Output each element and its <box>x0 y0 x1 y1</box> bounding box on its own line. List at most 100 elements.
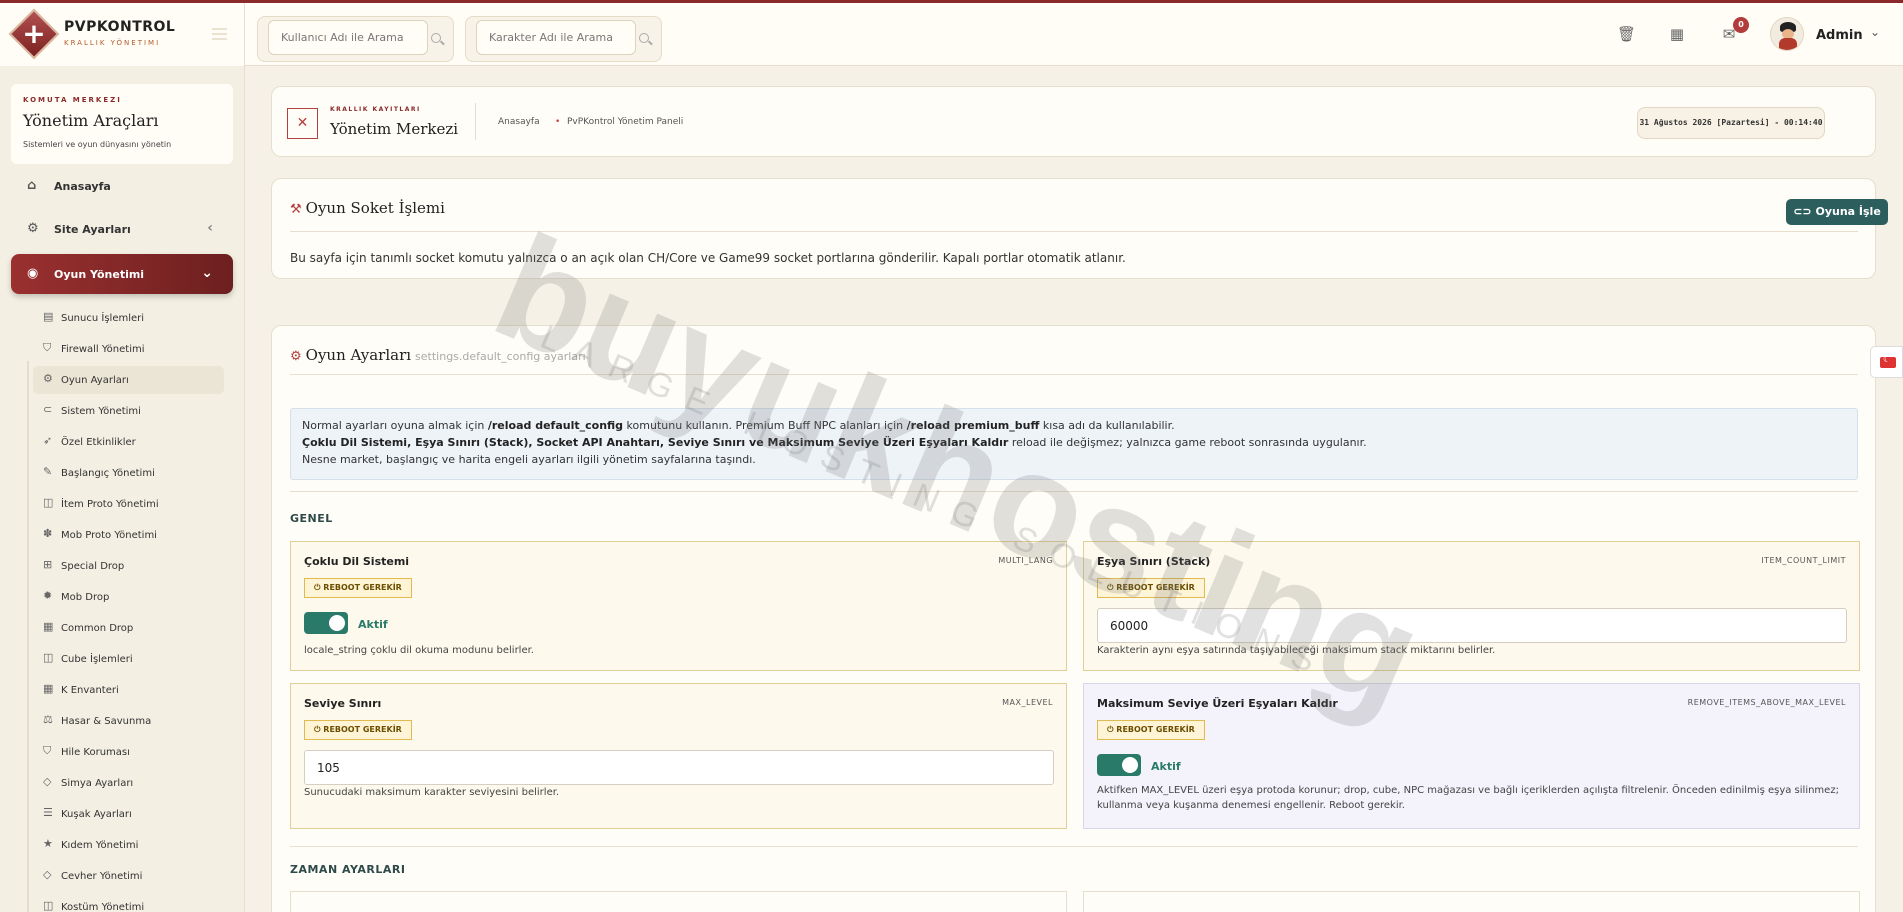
sidebar-item-site-ayarlari[interactable]: ⚙ Site Ayarları ‹ <box>11 209 233 249</box>
sidebar-item-anasayfa[interactable]: ⌂ Anasayfa <box>11 166 233 206</box>
sub-label: Özel Etkinlikler <box>61 437 136 448</box>
sub-item-baslangic[interactable]: ✎ Başlangıç Yönetimi <box>33 459 224 487</box>
option-placeholder <box>1083 891 1860 912</box>
sub-item-k-envanter[interactable]: ▦ K Envanteri <box>33 676 224 704</box>
settings-title: ⚙ Oyun Ayarları settings.default_config ay… <box>290 346 586 364</box>
sidebar: KOMUTA MERKEZI Yönetim Araçları Sistemle… <box>0 66 245 912</box>
logo-area[interactable]: + PVPKONTROL KRALLIK YÖNETIMI <box>0 3 245 66</box>
sub-item-kusak[interactable]: ☰ Kuşak Ayarları <box>33 800 224 828</box>
cube-icon: ◫ <box>43 651 54 664</box>
sub-item-etkinlik[interactable]: ➶ Özel Etkinlikler <box>33 428 224 456</box>
diamond-icon: ◇ <box>43 868 52 881</box>
sub-item-kidem[interactable]: ★ Kıdem Yönetimi <box>33 831 224 859</box>
option-multi-lang: Çoklu Dil Sistemi MULTI_LANG ⏻ REBOOT GE… <box>290 541 1067 671</box>
sub-item-firewall[interactable]: ⛉ Firewall Yönetimi <box>33 335 224 363</box>
magic-icon: ✎ <box>43 465 53 478</box>
multi-lang-toggle[interactable] <box>304 612 348 634</box>
sub-item-hasar[interactable]: ⚖ Hasar & Savunma <box>33 707 224 735</box>
item-count-input[interactable]: 60000 <box>1097 608 1847 643</box>
sub-item-mob-drop[interactable]: ✹ Mob Drop <box>33 583 224 611</box>
reboot-badge: ⏻ REBOOT GEREKİR <box>1097 578 1205 598</box>
sub-item-sunucu[interactable]: ▤ Sunucu İşlemleri <box>33 304 224 332</box>
info-line-1: Normal ayarları oyuna almak için /reload… <box>302 417 1846 434</box>
divider <box>290 846 1858 847</box>
section-time: ZAMAN AYARLARI <box>290 863 406 876</box>
user-search-input[interactable]: Kullanıcı Adı ile Arama <box>268 20 428 55</box>
sub-item-mob-proto[interactable]: ✽ Mob Proto Yönetimi <box>33 521 224 549</box>
sub-item-oyun-ayarlari[interactable]: ⚙ Oyun Ayarları <box>33 366 224 394</box>
grid-icon: ▦ <box>43 682 54 695</box>
close-icon[interactable]: ✕ <box>287 108 318 139</box>
plus-icon: + <box>22 17 46 50</box>
search-icon[interactable] <box>639 33 649 43</box>
nav-label: Oyun Yönetimi <box>54 268 145 281</box>
chevron-down-icon[interactable]: ⌄ <box>1870 25 1880 39</box>
user-name[interactable]: Admin <box>1816 28 1863 43</box>
trash-icon[interactable]: 🗑 <box>1617 25 1636 43</box>
rocket-icon: ➶ <box>43 434 53 447</box>
text: komutunu kullanın. Premium Buff NPC alan… <box>623 419 907 432</box>
char-search-input[interactable]: Karakter Adı ile Arama <box>476 20 636 55</box>
option-name: Eşya Sınırı (Stack) <box>1097 555 1211 568</box>
sub-item-hile[interactable]: ⛉ Hile Koruması <box>33 738 224 766</box>
option-name: Çoklu Dil Sistemi <box>304 555 410 568</box>
table-icon: ▦ <box>43 620 54 633</box>
sub-label: Mob Drop <box>61 592 110 603</box>
page-title: Yönetim Merkezi <box>330 120 459 138</box>
main-content: ✕ KRALLIK KAYITLARI Yönetim Merkezi Anas… <box>245 66 1903 912</box>
remove-items-toggle[interactable] <box>1097 754 1141 776</box>
socket-card: ⚒ Oyun Soket İşlemi ⊂⊃ Oyuna İşle Bu sayf… <box>271 178 1888 279</box>
sidebar-item-oyun-yonetimi[interactable]: ◉ Oyun Yönetimi ⌄ <box>11 254 233 294</box>
sub-item-special-drop[interactable]: ⊞ Special Drop <box>33 552 224 580</box>
nav-label: Anasayfa <box>54 180 111 193</box>
avatar[interactable] <box>1770 17 1804 51</box>
breadcrumb-kicker: KRALLIK KAYITLARI <box>330 106 421 113</box>
sub-item-sistem[interactable]: ⊂ Sistem Yönetimi <box>33 397 224 425</box>
text: Çoklu Dil Sistemi, Eşya Sınırı (Stack), … <box>302 436 1009 449</box>
option-name: Seviye Sınırı <box>304 697 382 710</box>
sub-label: Sunucu İşlemleri <box>61 313 145 324</box>
search-icon[interactable] <box>431 33 441 43</box>
language-flag-icon[interactable] <box>1870 346 1903 378</box>
shield-icon: ⛉ <box>43 744 52 757</box>
calendar-icon[interactable]: ▦ <box>1668 25 1686 43</box>
max-level-input[interactable]: 105 <box>304 750 1054 785</box>
sub-label: Kuşak Ayarları <box>61 809 132 820</box>
option-description: Aktifken MAX_LEVEL üzeri eşya protoda ko… <box>1097 785 1839 811</box>
settings-key: settings.default_config ayarları <box>415 350 586 363</box>
button-label: Oyuna İşle <box>1815 205 1881 218</box>
info-line-2: Çoklu Dil Sistemi, Eşya Sınırı (Stack), … <box>302 434 1846 451</box>
star-icon: ★ <box>43 837 53 850</box>
sub-label: Common Drop <box>61 623 134 634</box>
sub-label: Hile Koruması <box>61 747 130 758</box>
sub-item-item-proto[interactable]: ◫ İtem Proto Yönetimi <box>33 490 224 518</box>
text: reload ile değişmez; yalnızca game reboo… <box>1008 436 1367 449</box>
link-icon: ⊂⊃ <box>1793 205 1816 218</box>
divider <box>475 103 476 140</box>
breadcrumb-home-link[interactable]: Anasayfa <box>498 117 540 127</box>
gamepad-icon: ◉ <box>27 266 39 281</box>
sliders-icon: ☰ <box>43 806 53 819</box>
menu-toggle-icon[interactable] <box>212 28 227 40</box>
bug-icon: ✹ <box>43 589 53 602</box>
shield-icon: ⛉ <box>43 341 52 354</box>
sub-item-simya[interactable]: ◇ Simya Ayarları <box>33 769 224 797</box>
sub-item-common-drop[interactable]: ▦ Common Drop <box>33 614 224 642</box>
cogs-icon: ⚙ <box>290 349 302 364</box>
sub-label: Mob Proto Yönetimi <box>61 530 157 541</box>
sub-item-kostum[interactable]: ◫ Kostüm Yönetimi <box>33 893 224 912</box>
sub-item-cevher[interactable]: ◇ Cevher Yönetimi <box>33 862 224 890</box>
breadcrumb-current: PvPKontrol Yönetim Paneli <box>567 117 684 127</box>
chevron-left-icon: ‹ <box>207 220 213 236</box>
option-description: locale_string çoklu dil okuma modunu bel… <box>304 645 534 656</box>
reboot-badge: ⏻ REBOOT GEREKİR <box>304 578 412 598</box>
option-key: MULTI_LANG <box>998 556 1053 565</box>
text: kısa adı da kullanılabilir. <box>1039 419 1175 432</box>
sub-label: İtem Proto Yönetimi <box>61 499 159 510</box>
divider <box>290 374 1858 375</box>
sub-item-cube[interactable]: ◫ Cube İşlemleri <box>33 645 224 673</box>
toggle-label: Aktif <box>1151 760 1181 773</box>
char-search-box: Karakter Adı ile Arama <box>465 16 662 62</box>
send-to-game-button[interactable]: ⊂⊃ Oyuna İşle <box>1786 199 1888 225</box>
gear-icon: ⚙ <box>27 221 39 236</box>
